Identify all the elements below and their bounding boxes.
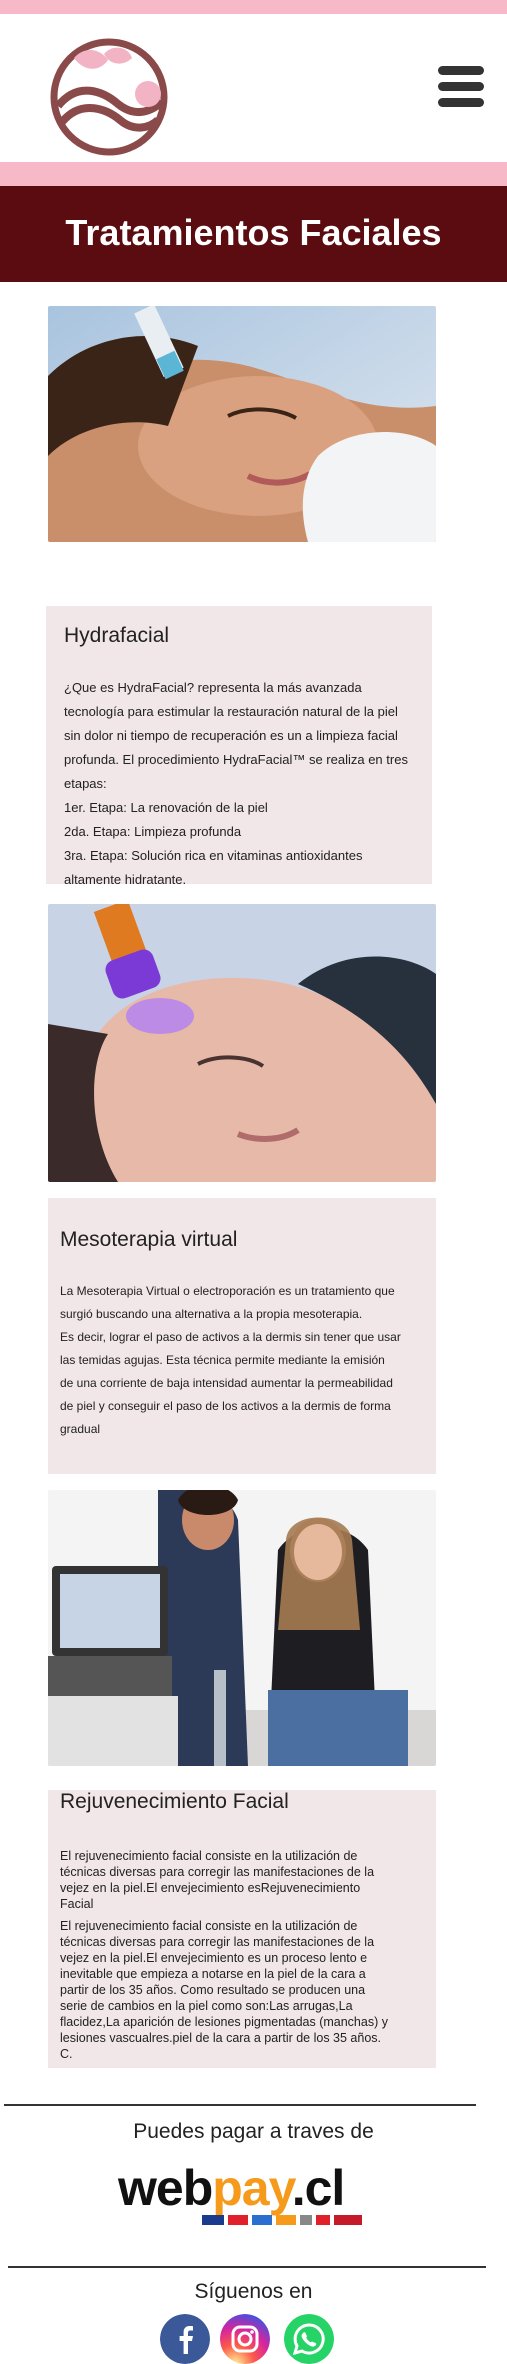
payment-text: Puedes pagar a traves de	[133, 2120, 374, 2143]
text-line: Es decir, lograr el paso de activos a la…	[60, 1330, 401, 1344]
text-line: 1er. Etapa: La renovación de la piel	[64, 800, 268, 815]
text-line: inevitable que empieza a notarse en la p…	[60, 1967, 366, 1981]
text-line: vejez en la piel.El envejecimiento esRej…	[60, 1881, 361, 1895]
mesoterapia-title: Mesoterapia virtual	[60, 1228, 238, 1251]
text-line: 3ra. Etapa: Solución rica en vitaminas a…	[64, 848, 363, 863]
text-line: sin dolor ni tiempo de recuperación es u…	[64, 728, 398, 743]
webpay-pay-text: pay	[212, 2160, 292, 2216]
rejuvenecimiento-card: Rejuvenecimiento Facial El rejuvenecimie…	[48, 1790, 436, 2068]
text-line: C.	[60, 2047, 73, 2061]
text-line: etapas:	[64, 776, 107, 791]
rejuvenecimiento-photo	[48, 1490, 436, 1766]
text-line: ¿Que es HydraFacial? representa la más a…	[64, 680, 362, 695]
mesoterapia-card: Mesoterapia virtual La Mesoterapia Virtu…	[48, 1198, 436, 1474]
webpay-logo[interactable]: webpay.cl	[118, 2162, 362, 2228]
rejuvenecimiento-title: Rejuvenecimiento Facial	[60, 1790, 289, 1813]
hydrafacial-description: ¿Que es HydraFacial? representa la más a…	[64, 676, 408, 892]
text-line: El rejuvenecimiento facial consiste en l…	[60, 1849, 358, 1863]
text-line: flacidez,La aparición de lesiones pigmen…	[60, 2015, 388, 2029]
follow-us-text: Síguenos en	[194, 2280, 313, 2303]
menu-icon	[438, 66, 484, 75]
text-line: tecnología para estimular la restauració…	[64, 704, 398, 719]
top-accent-strip	[0, 0, 507, 14]
rejuvenecimiento-intro: El rejuvenecimiento facial consiste en l…	[60, 1848, 374, 1912]
text-line: profunda. El procedimiento HydraFacial™ …	[64, 752, 408, 767]
text-line: partir de los 35 años. Como resultado se…	[60, 1983, 366, 1997]
hydrafacial-card: Hydrafacial ¿Que es HydraFacial? represe…	[46, 606, 432, 887]
menu-icon-bar	[438, 82, 484, 91]
text-line: La Mesoterapia Virtual o electroporación…	[60, 1284, 395, 1298]
page-banner: Tratamientos Faciales	[0, 186, 507, 282]
text-line: vejez en la piel.El envejecimiento es un…	[60, 1951, 368, 1965]
text-line: Facial	[60, 1897, 94, 1911]
hydrafacial-photo	[48, 306, 436, 542]
divider	[8, 2266, 486, 2268]
text-line: El rejuvenecimiento facial consiste en l…	[60, 1919, 358, 1933]
card-brands-icon	[202, 2215, 362, 2225]
accent-bar	[0, 162, 507, 186]
text-line: de piel y conseguir el paso de los activ…	[60, 1399, 391, 1413]
mesoterapia-description: La Mesoterapia Virtual o electroporación…	[60, 1280, 401, 1441]
text-line: surgió buscando una alternativa a la pro…	[60, 1307, 363, 1321]
text-line: las temidas agujas. Esta técnica permite…	[60, 1353, 385, 1367]
menu-button[interactable]	[438, 66, 486, 114]
text-line: gradual	[60, 1422, 101, 1436]
text-line: altamente hidratante.	[64, 872, 187, 887]
whatsapp-icon[interactable]	[284, 2314, 334, 2364]
text-line: de una corriente de baja intensidad aume…	[60, 1376, 393, 1390]
text-line: técnicas diversas para corregir las mani…	[60, 1935, 375, 1949]
menu-icon-bar	[438, 98, 484, 107]
text-line: técnicas diversas para corregir las mani…	[60, 1865, 375, 1879]
hydrafacial-title: Hydrafacial	[64, 624, 170, 647]
webpay-web-text: web	[118, 2160, 213, 2216]
logo-icon[interactable]	[48, 36, 170, 158]
facebook-icon[interactable]	[160, 2314, 210, 2364]
webpay-cl-text: .cl	[291, 2160, 346, 2216]
text-line: 2da. Etapa: Limpieza profunda	[64, 824, 242, 839]
text-line: lesiones vascualres.piel de la cara a pa…	[60, 2031, 382, 2045]
instagram-icon[interactable]	[220, 2314, 270, 2364]
page-title: Tratamientos Faciales	[65, 212, 442, 253]
rejuvenecimiento-description: El rejuvenecimiento facial consiste en l…	[60, 1918, 388, 2062]
text-line: serie de cambios en la piel como son:Las…	[60, 1999, 353, 2013]
divider	[4, 2104, 476, 2106]
mesoterapia-photo	[48, 904, 436, 1182]
